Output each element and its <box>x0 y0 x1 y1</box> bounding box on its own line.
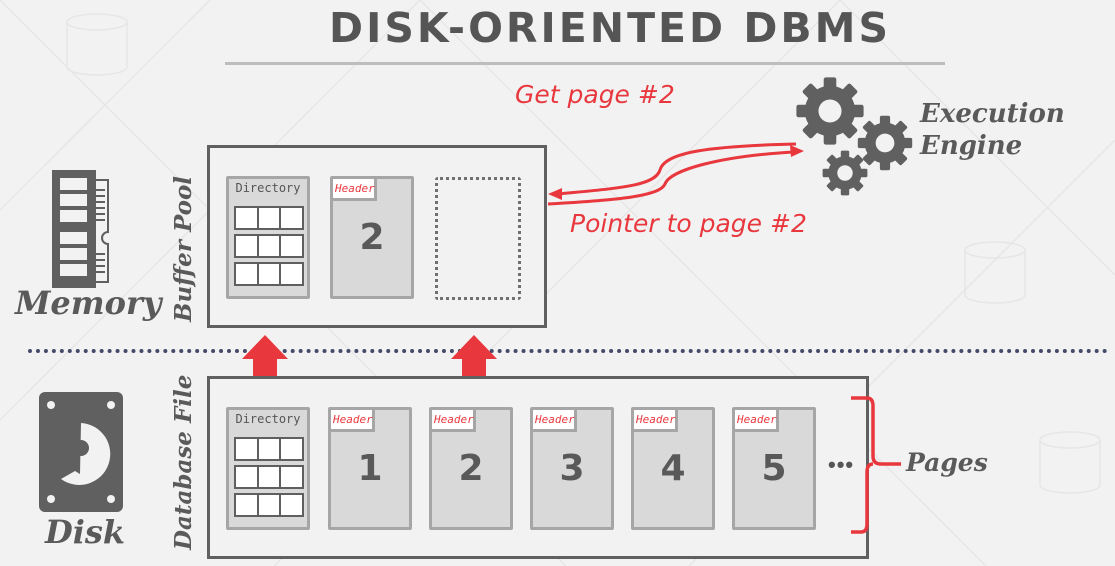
buffer-directory-page[interactable]: Directory <box>226 176 310 299</box>
pages-label: Pages <box>906 448 988 477</box>
page-header: Header <box>735 410 779 432</box>
database-bg-icon <box>66 13 128 76</box>
page-header: Header <box>533 410 577 432</box>
get-page-label: Get page #2 <box>515 80 675 109</box>
arrowhead-right-icon <box>790 145 804 157</box>
memory-label: Memory <box>15 284 162 322</box>
disk-page-4[interactable]: Header 4 <box>631 407 715 530</box>
directory-label: Directory <box>235 181 301 195</box>
directory-grid <box>234 437 304 521</box>
disk-directory-page[interactable]: Directory <box>226 407 310 530</box>
title-underline <box>225 62 945 65</box>
page-header: Header <box>634 410 678 432</box>
page-header: Header <box>432 410 476 432</box>
page-number: 5 <box>761 448 787 489</box>
buffer-pool: Directory Header 2 <box>207 145 547 328</box>
slide-title: DISK-ORIENTED DBMS <box>329 4 891 52</box>
database-file: Directory Header 1 Header 2 Header 3 Hea… <box>207 376 869 559</box>
hard-drive-icon <box>39 392 123 512</box>
page-number: 1 <box>357 448 383 489</box>
directory-grid <box>234 206 304 290</box>
buffer-pool-label: Buffer Pool <box>170 175 197 322</box>
database-file-label: Database File <box>170 374 197 550</box>
empty-buffer-frame <box>435 177 521 300</box>
page-number: 2 <box>359 217 385 258</box>
disk-page-2[interactable]: Header 2 <box>429 407 513 530</box>
directory-label: Directory <box>235 412 301 426</box>
request-response-arrows <box>547 142 804 206</box>
arrowhead-left-icon <box>548 188 562 200</box>
page-number: 3 <box>559 448 585 489</box>
pages-brace-icon <box>851 396 901 534</box>
memory-ram-icon <box>52 170 109 288</box>
get-page-arrow <box>557 142 797 196</box>
buffer-page-2[interactable]: Header 2 <box>330 176 414 299</box>
disk-page-3[interactable]: Header 3 <box>530 407 614 530</box>
engine-label-line1: Execution <box>920 99 1065 129</box>
page-header: Header <box>333 179 377 201</box>
memory-disk-divider <box>28 349 1108 353</box>
engine-label-line2: Engine <box>920 131 1023 161</box>
pointer-label: Pointer to page #2 <box>570 209 807 238</box>
page-header: Header <box>331 410 375 432</box>
execution-engine-label: Execution Engine <box>920 98 1065 162</box>
page-number: 4 <box>660 448 686 489</box>
disk-page-1[interactable]: Header 1 <box>328 407 412 530</box>
page-number: 2 <box>458 448 484 489</box>
disk-page-5[interactable]: Header 5 <box>732 407 816 530</box>
disk-label: Disk <box>45 513 126 551</box>
